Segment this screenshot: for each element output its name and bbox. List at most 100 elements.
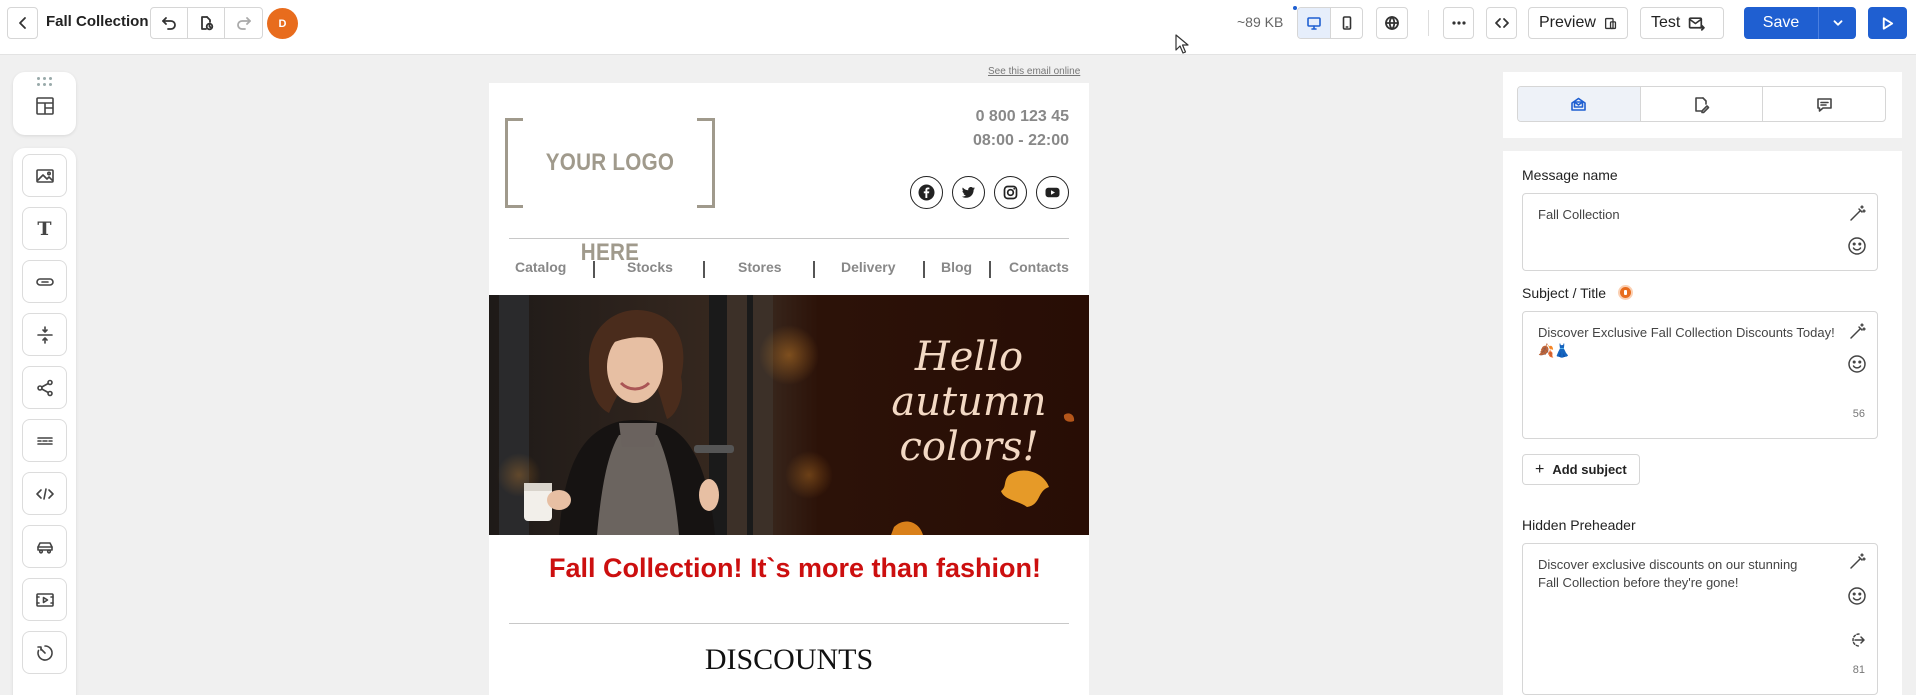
undo-button[interactable] <box>151 8 188 38</box>
button-block-tool[interactable] <box>22 260 67 303</box>
ai-magic-button[interactable] <box>1847 552 1867 572</box>
warning-icon[interactable] <box>1618 285 1633 300</box>
menu-item-delivery[interactable]: Delivery <box>841 259 895 275</box>
emoji-button[interactable] <box>1847 236 1867 256</box>
undo-icon <box>162 17 176 30</box>
plus-icon: + <box>1535 460 1545 478</box>
settings-tabs-container <box>1503 72 1902 138</box>
more-options-button[interactable] <box>1443 7 1474 39</box>
add-subject-button[interactable]: + Add subject <box>1522 454 1640 485</box>
email-canvas[interactable]: YOUR LOGO HERE 0 800 123 45 08:00 - 22:0… <box>489 83 1089 695</box>
emoji-button[interactable] <box>1847 354 1867 374</box>
emoji-icon <box>1848 587 1866 605</box>
preview-button[interactable]: Preview <box>1528 7 1628 39</box>
test-send-button[interactable]: Test <box>1640 7 1724 39</box>
subject-char-count: 56 <box>1852 408 1865 420</box>
video-block-tool[interactable] <box>22 578 67 621</box>
ai-magic-button[interactable] <box>1847 204 1867 224</box>
image-icon <box>35 168 54 183</box>
ai-magic-button[interactable] <box>1847 322 1867 342</box>
back-button[interactable] <box>7 7 38 39</box>
menu-icon <box>36 436 53 445</box>
working-hours: 08:00 - 22:00 <box>972 132 1069 149</box>
emoji-icon <box>1848 355 1866 373</box>
instagram-link[interactable] <box>994 176 1027 209</box>
layout-blocks-icon[interactable] <box>33 94 57 118</box>
logo-placeholder[interactable]: YOUR LOGO HERE <box>505 118 715 266</box>
menu-item-stores[interactable]: Stores <box>738 259 782 275</box>
message-name-field[interactable]: Fall Collection <box>1522 193 1878 271</box>
share-icon <box>36 379 53 396</box>
email-size-indicator: ~89 KB <box>1237 14 1284 30</box>
facebook-link[interactable] <box>910 176 943 209</box>
version-history-button[interactable] <box>188 8 225 38</box>
hero-caption: Hello autumn colors! <box>869 335 1069 470</box>
youtube-link[interactable] <box>1036 176 1069 209</box>
twitter-icon <box>961 187 975 198</box>
desktop-view-button[interactable] <box>1298 8 1330 38</box>
save-button[interactable]: Save <box>1744 7 1818 39</box>
insert-variable-button[interactable] <box>1847 630 1867 650</box>
top-toolbar: Fall Collection D ~89 KB Preview Test Sa… <box>0 0 1916 55</box>
preheader-field[interactable]: Discover exclusive discounts on our stun… <box>1522 543 1878 695</box>
product-block-tool[interactable] <box>22 525 67 568</box>
menu-separator <box>813 261 815 278</box>
tab-appearance[interactable] <box>1639 87 1763 121</box>
mobile-icon <box>1342 16 1351 30</box>
menu-item-contacts[interactable]: Contacts <box>1009 259 1069 275</box>
text-block-tool[interactable]: T <box>22 207 67 250</box>
youtube-icon <box>1045 187 1060 198</box>
mouse-cursor-icon <box>1175 34 1189 54</box>
history-group <box>150 7 263 39</box>
drag-handle-icon[interactable] <box>35 77 55 87</box>
code-view-button[interactable] <box>1486 7 1517 39</box>
menu-item-blog[interactable]: Blog <box>941 259 972 275</box>
emoji-icon <box>1848 237 1866 255</box>
save-options-button[interactable] <box>1818 7 1856 39</box>
html-block-tool[interactable] <box>22 472 67 515</box>
more-horizontal-icon <box>1451 21 1466 25</box>
message-name-value: Fall Collection <box>1538 207 1620 222</box>
language-button[interactable] <box>1376 7 1408 39</box>
test-label: Test <box>1651 14 1681 31</box>
tab-comments[interactable] <box>1762 87 1885 121</box>
hero-caption-line: colors! <box>899 424 1039 470</box>
text-icon: T <box>37 217 52 240</box>
tab-message-settings[interactable] <box>1518 87 1640 121</box>
email-menu: Catalog Stocks Stores Delivery Blog Cont… <box>509 259 1069 281</box>
subject-label: Subject / Title <box>1522 285 1607 301</box>
send-button[interactable] <box>1868 7 1907 39</box>
discounts-heading[interactable]: DISCOUNTS <box>489 643 1089 677</box>
save-button-group: Save <box>1744 7 1856 39</box>
facebook-icon <box>918 184 935 201</box>
mobile-view-button[interactable] <box>1330 8 1362 38</box>
subject-value: Discover Exclusive Fall Collection Disco… <box>1538 325 1835 358</box>
redo-button[interactable] <box>225 8 262 38</box>
document-title: Fall Collection <box>46 13 149 30</box>
emoji-button[interactable] <box>1847 586 1867 606</box>
add-subject-label: Add subject <box>1552 462 1627 477</box>
menu-block-tool[interactable] <box>22 419 67 462</box>
spacer-block-tool[interactable] <box>22 313 67 356</box>
see-email-online-link[interactable]: See this email online <box>988 66 1080 77</box>
social-block-tool[interactable] <box>22 366 67 409</box>
html-code-icon <box>35 487 54 500</box>
twitter-link[interactable] <box>952 176 985 209</box>
hero-banner[interactable]: Hello autumn colors! <box>489 295 1089 535</box>
file-history-icon <box>201 16 214 31</box>
play-icon <box>1882 16 1894 30</box>
image-block-tool[interactable] <box>22 154 67 197</box>
device-toggle <box>1297 7 1363 39</box>
user-avatar[interactable]: D <box>267 8 298 39</box>
email-headline[interactable]: Fall Collection! It`s more than fashion! <box>489 553 1089 584</box>
timer-block-tool[interactable] <box>22 631 67 674</box>
magic-wand-icon <box>1850 205 1866 221</box>
menu-item-stocks[interactable]: Stocks <box>627 259 673 275</box>
car-icon <box>36 541 53 554</box>
subject-field[interactable]: Discover Exclusive Fall Collection Disco… <box>1522 311 1878 439</box>
desktop-icon <box>1307 17 1321 30</box>
arrow-into-icon <box>1852 633 1865 647</box>
menu-separator <box>593 261 595 278</box>
menu-item-catalog[interactable]: Catalog <box>515 259 566 275</box>
settings-tabs <box>1517 86 1886 122</box>
